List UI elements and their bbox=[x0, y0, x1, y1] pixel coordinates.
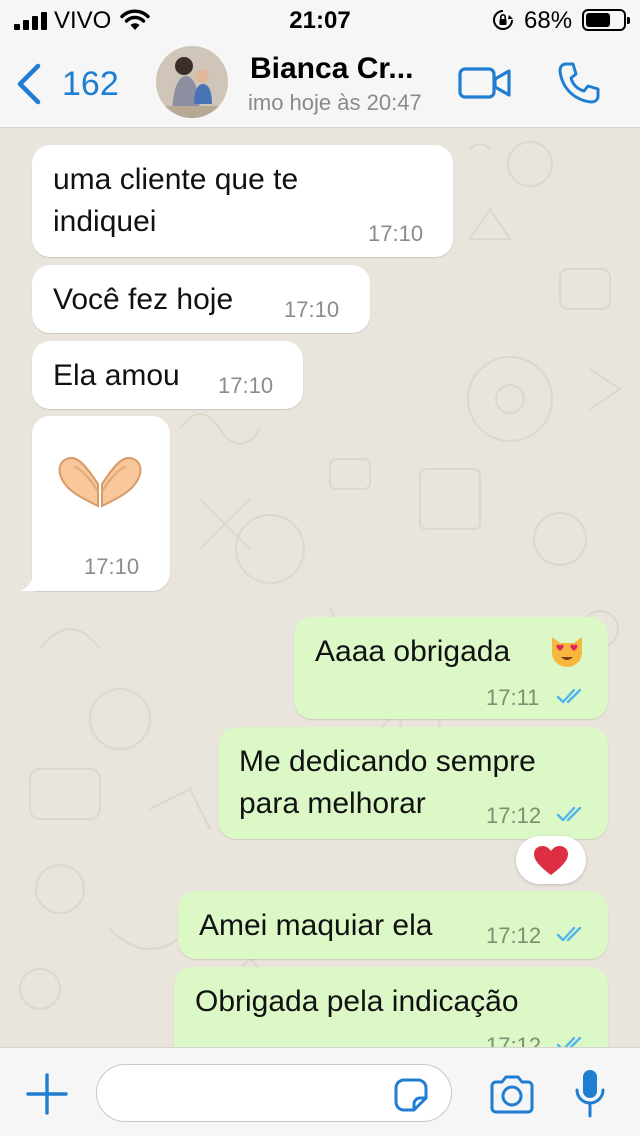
message-bubble-outgoing[interactable]: Obrigada pela indicação 17:12 bbox=[174, 967, 608, 1047]
message-text: Aaaa obrigada bbox=[315, 635, 511, 668]
message-time: 17:12 bbox=[486, 923, 542, 948]
message-bubble-outgoing[interactable]: Aaaa obrigada 17:11 bbox=[294, 617, 608, 719]
chat-header: 162 Bianca Cr... imo hoje às 20:47 bbox=[0, 40, 640, 128]
plus-icon[interactable] bbox=[26, 1073, 68, 1115]
video-call-icon[interactable] bbox=[458, 66, 512, 100]
message-time: 17:11 bbox=[486, 685, 540, 710]
status-bar: VIVO 21:07 68% bbox=[0, 0, 640, 40]
message-bubble-incoming[interactable]: uma cliente que te indiquei 17:10 bbox=[32, 145, 453, 257]
back-button[interactable]: 162 bbox=[14, 62, 119, 106]
microphone-icon[interactable] bbox=[574, 1068, 606, 1120]
heart-eyes-cat-emoji bbox=[552, 637, 582, 667]
orientation-lock-icon bbox=[493, 10, 513, 30]
read-receipt-icon bbox=[556, 806, 582, 822]
battery-icon bbox=[582, 9, 630, 31]
message-bubble-outgoing[interactable]: Me dedicando sempre para melhorar 17:12 bbox=[218, 727, 608, 839]
message-text: Obrigada pela indicação bbox=[195, 985, 519, 1018]
sticker-icon[interactable] bbox=[392, 1076, 430, 1114]
message-time: 17:12 bbox=[486, 803, 542, 828]
message-text: Amei maquiar ela bbox=[199, 909, 433, 942]
battery-level-fill bbox=[586, 13, 610, 27]
heart-hands-emoji bbox=[58, 456, 142, 508]
message-time: 17:10 bbox=[218, 373, 274, 398]
read-receipt-icon bbox=[556, 926, 582, 942]
message-time: 17:10 bbox=[284, 297, 340, 322]
message-text: uma cliente que te indiquei bbox=[53, 163, 299, 238]
unread-count: 162 bbox=[62, 64, 119, 103]
composer-bar bbox=[0, 1047, 640, 1136]
read-receipt-icon bbox=[556, 1036, 582, 1047]
bubble-tail bbox=[20, 567, 44, 591]
message-bubble-incoming[interactable]: Você fez hoje 17:10 bbox=[32, 265, 370, 333]
message-time: 17:10 bbox=[84, 554, 140, 579]
red-heart-emoji bbox=[534, 846, 568, 875]
message-reaction[interactable] bbox=[516, 836, 586, 884]
message-time: 17:10 bbox=[368, 221, 424, 246]
chevron-left-icon bbox=[17, 63, 41, 105]
message-list[interactable]: uma cliente que te indiquei 17:10 Você f… bbox=[0, 129, 640, 1047]
message-text: Ela amou bbox=[53, 359, 180, 392]
phone-icon[interactable] bbox=[556, 60, 602, 106]
message-bubble-incoming[interactable]: Ela amou 17:10 bbox=[32, 341, 303, 409]
avatar[interactable] bbox=[156, 46, 228, 118]
last-seen-status: imo hoje às 20:47 bbox=[248, 90, 422, 115]
message-text: Você fez hoje bbox=[53, 283, 234, 316]
message-bubble-incoming[interactable]: 17:10 bbox=[32, 416, 170, 591]
battery-percent: 68% bbox=[524, 7, 573, 34]
camera-icon[interactable] bbox=[488, 1074, 536, 1114]
read-receipt-icon bbox=[556, 688, 582, 704]
contact-name[interactable]: Bianca Cr... bbox=[250, 52, 413, 86]
message-time: 17:12 bbox=[486, 1033, 542, 1047]
message-bubble-outgoing[interactable]: Amei maquiar ela 17:12 bbox=[178, 891, 608, 959]
